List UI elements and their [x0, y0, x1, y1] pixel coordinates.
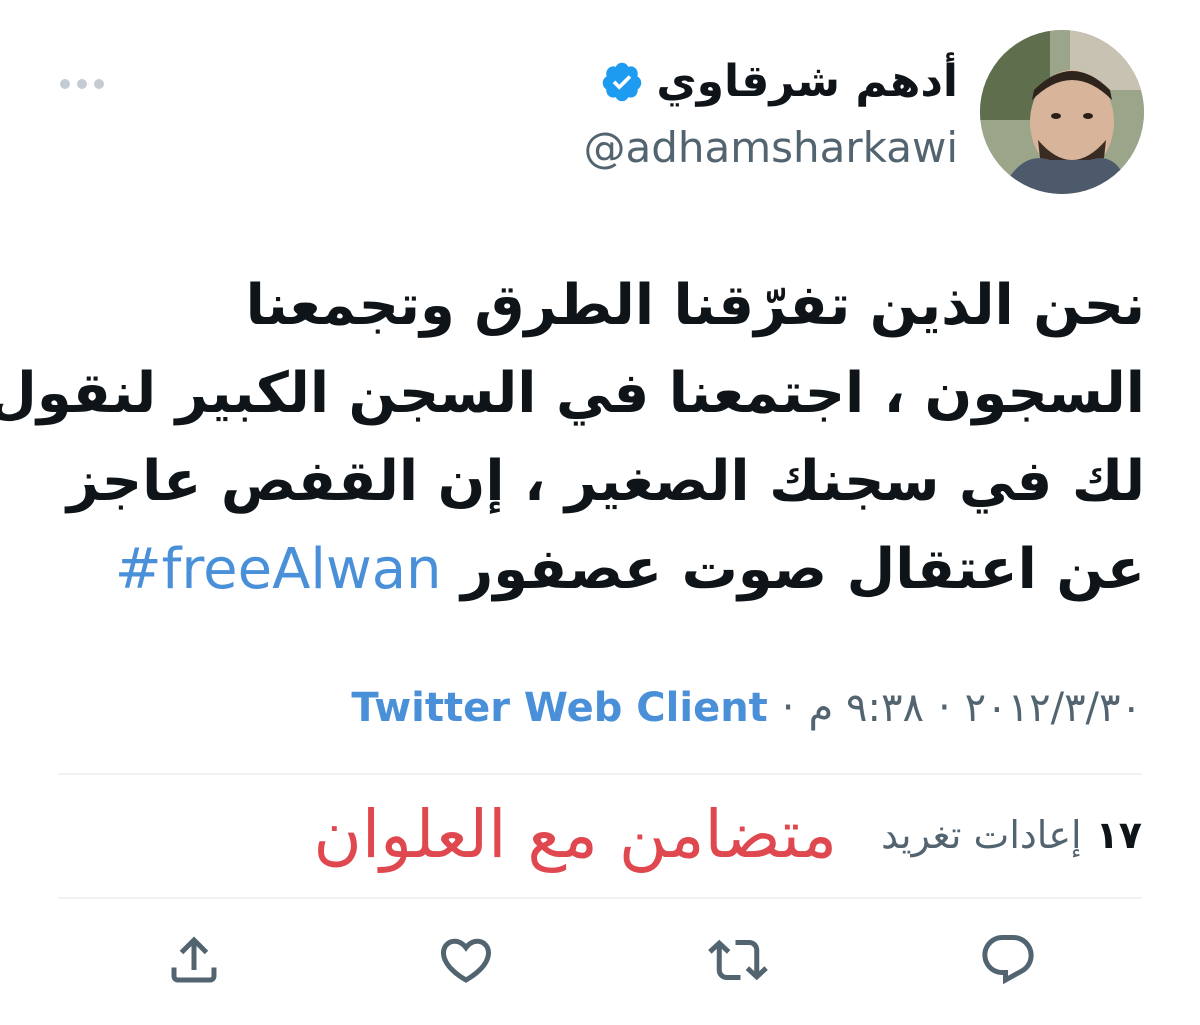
action-bar: [0, 930, 1200, 994]
retweet-label[interactable]: إعادات تغريد: [881, 813, 1082, 857]
meta-separator: ·: [781, 685, 795, 731]
source-link[interactable]: Twitter Web Client: [351, 680, 767, 736]
tweet-stats: ١٧ إعادات تغريد متضامن مع العلوان: [313, 790, 1142, 880]
tweet-meta: ٢٠١٢/٣/٣٠ · ٩:٣٨ م · Twitter Web Client: [351, 680, 1142, 736]
more-dot: [60, 79, 70, 89]
more-dot: [94, 79, 104, 89]
tweet-detail: أدهم شرقاوي @adhamsharkawi نحن الذين تفر…: [0, 0, 1200, 1025]
tweet-time[interactable]: ٩:٣٨ م: [809, 680, 924, 736]
tweet-text: نحن الذين تفرّقنا الطرق وتجمعنا السجون ،…: [0, 262, 1145, 614]
reply-icon[interactable]: [978, 930, 1038, 990]
divider: [58, 897, 1142, 899]
more-dot: [77, 79, 87, 89]
tweet-line: لك في سجنك الصغير ، إن القفص عاجز: [66, 449, 1145, 514]
tweet-line: نحن الذين تفرّقنا الطرق وتجمعنا: [245, 273, 1145, 338]
share-icon[interactable]: [164, 930, 224, 990]
meta-separator: ·: [937, 685, 951, 731]
tweet-line: السجون ، اجتمعنا في السجن الكبير لنقول: [0, 361, 1145, 426]
retweet-count[interactable]: ١٧: [1096, 813, 1142, 857]
heart-icon[interactable]: [436, 930, 496, 990]
avatar-photo: [980, 30, 1144, 194]
name-row: أدهم شرقاوي: [583, 48, 958, 116]
author-info: أدهم شرقاوي @adhamsharkawi: [583, 48, 958, 176]
more-icon[interactable]: [60, 72, 104, 96]
handle[interactable]: @adhamsharkawi: [583, 120, 958, 176]
divider: [58, 773, 1142, 775]
tweet-line-last: عن اعتقال صوت عصفور #freeAlwan: [60, 526, 1145, 614]
tweet-date[interactable]: ٢٠١٢/٣/٣٠: [965, 680, 1142, 736]
hashtag-link[interactable]: #freeAlwan: [115, 537, 442, 602]
avatar[interactable]: [980, 30, 1144, 194]
verified-badge-icon: [600, 60, 644, 104]
display-name[interactable]: أدهم شرقاوي: [656, 48, 958, 116]
retweet-icon[interactable]: [708, 930, 768, 990]
tweet-line-text: عن اعتقال صوت عصفور: [461, 537, 1145, 602]
overlay-solidarity-text: متضامن مع العلوان: [313, 796, 838, 873]
